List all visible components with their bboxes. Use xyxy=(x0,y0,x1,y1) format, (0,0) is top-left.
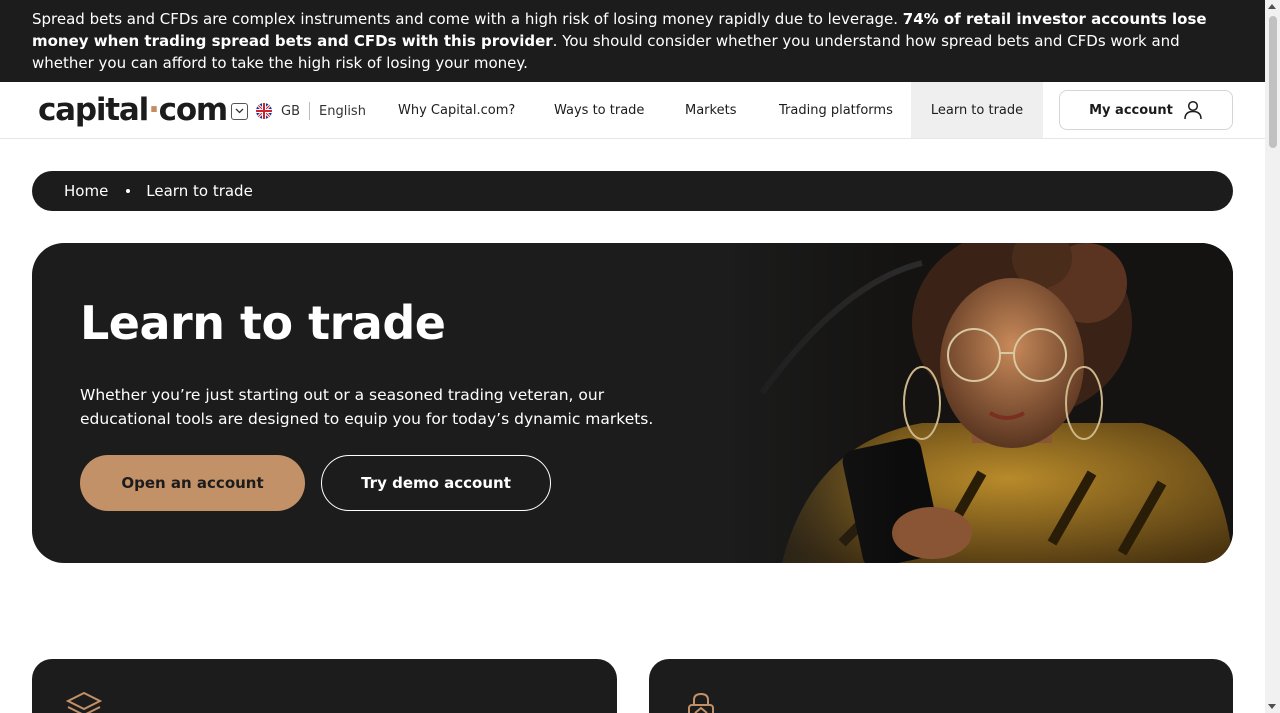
hero-subtitle: Whether you’re just starting out or a se… xyxy=(80,386,654,428)
region-label: GB xyxy=(281,103,300,119)
stack-icon xyxy=(66,691,102,713)
breadcrumb-current: Learn to trade xyxy=(146,182,253,200)
hero-title: Learn to trade xyxy=(80,296,446,350)
logo-text-left: capital xyxy=(38,92,149,128)
nav-why-capital[interactable]: Why Capital.com? xyxy=(398,82,515,138)
risk-warning-banner: Spread bets and CFDs are complex instrum… xyxy=(0,0,1265,82)
my-account-label: My account xyxy=(1089,102,1173,118)
divider xyxy=(309,102,310,120)
language-label: English xyxy=(319,103,366,119)
scroll-down-icon[interactable] xyxy=(1268,704,1276,709)
hero-section: Learn to trade Whether you’re just start… xyxy=(32,243,1233,563)
logo[interactable]: capital·com xyxy=(38,91,229,129)
breadcrumb-home[interactable]: Home xyxy=(64,182,108,200)
site-header: capital·com GB English Why Capital.com? … xyxy=(0,82,1265,139)
risk-warning-text: Spread bets and CFDs are complex instrum… xyxy=(32,10,903,28)
language-selector[interactable]: GB English xyxy=(231,101,366,121)
breadcrumb: Home Learn to trade xyxy=(32,171,1233,211)
logo-dot: · xyxy=(148,92,160,128)
hero-photo xyxy=(722,243,1233,563)
breadcrumb-separator xyxy=(126,189,131,193)
nav-markets[interactable]: Markets xyxy=(685,82,736,138)
try-demo-button[interactable]: Try demo account xyxy=(321,455,551,511)
my-account-button[interactable]: My account xyxy=(1059,90,1233,130)
feature-card-left[interactable] xyxy=(32,659,617,713)
scroll-up-icon[interactable] xyxy=(1268,4,1276,9)
open-account-button[interactable]: Open an account xyxy=(80,455,305,511)
user-icon xyxy=(1184,100,1202,120)
nav-trading-platforms[interactable]: Trading platforms xyxy=(779,82,893,138)
scrollbar-thumb[interactable] xyxy=(1269,16,1277,148)
chevron-down-icon[interactable] xyxy=(231,102,248,120)
nav-ways-to-trade[interactable]: Ways to trade xyxy=(554,82,644,138)
feature-card-right[interactable] xyxy=(649,659,1233,713)
page-scrollbar[interactable] xyxy=(1265,0,1280,713)
logo-text-right: com xyxy=(158,92,229,128)
uk-flag-icon xyxy=(256,103,272,119)
nav-learn-to-trade[interactable]: Learn to trade xyxy=(911,82,1043,138)
lock-icon xyxy=(688,692,714,713)
